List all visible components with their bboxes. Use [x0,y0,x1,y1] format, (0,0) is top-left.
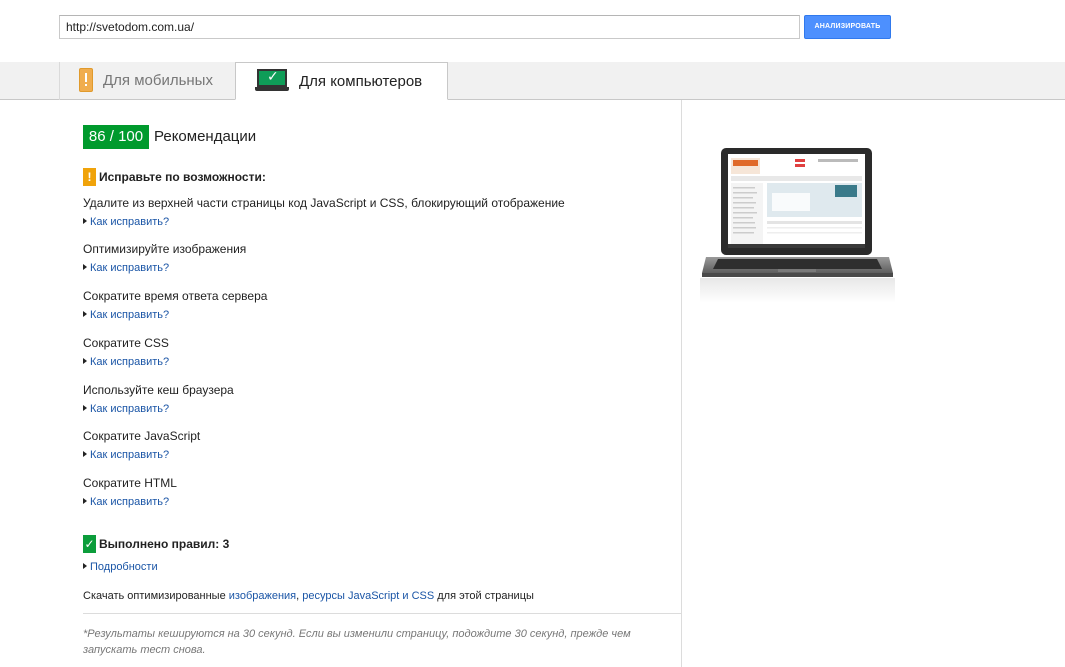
details-link[interactable]: Подробности [83,561,158,573]
analyze-button[interactable]: АНАЛИЗИРОВАТЬ [804,15,891,39]
how-to-fix-link-text: Как исправить? [90,403,170,415]
how-to-fix-link-text: Как исправить? [90,356,170,368]
how-to-fix-link-text: Как исправить? [90,216,170,228]
top-bar: АНАЛИЗИРОВАТЬ [0,0,1065,62]
download-line: Скачать оптимизированные изображения, ре… [83,590,534,602]
how-to-fix-link[interactable]: Как исправить? [83,496,169,508]
rule-title: Оптимизируйте изображения [83,242,247,256]
details-link-text: Подробности [90,561,158,573]
tab-desktop-label: Для компьютеров [299,73,423,90]
how-to-fix-link[interactable]: Как исправить? [83,356,169,368]
cache-note: *Результаты кешируются на 30 секунд. Есл… [83,628,631,656]
rule-title: Удалите из верхней части страницы код Ja… [83,196,565,210]
expand-arrow-icon [83,358,87,364]
how-to-fix-link[interactable]: Как исправить? [83,309,169,321]
download-prefix: Скачать оптимизированные [83,590,229,602]
warning-icon: ! [83,168,96,186]
laptop-preview-image [700,148,895,303]
tab-bar: Для мобильных ✓ Для компьютеров [0,62,1065,100]
score-badge: 86 / 100 [83,125,149,149]
tab-mobile[interactable]: Для мобильных [59,62,235,100]
how-to-fix-link-text: Как исправить? [90,449,170,461]
how-to-fix-link[interactable]: Как исправить? [83,216,169,228]
expand-arrow-icon [83,264,87,270]
url-input[interactable] [59,15,800,39]
note-divider [83,613,681,614]
how-to-fix-link-text: Как исправить? [90,309,170,321]
tab-desktop[interactable]: ✓ Для компьютеров [235,62,448,100]
rule-title: Сократите CSS [83,336,169,350]
mobile-warning-icon [79,68,93,92]
download-images-link[interactable]: изображения [229,590,296,602]
download-resources-link[interactable]: ресурсы JavaScript и CSS [302,590,434,602]
expand-arrow-icon [83,218,87,224]
expand-arrow-icon [83,405,87,411]
expand-arrow-icon [83,311,87,317]
rule-title: Сократите HTML [83,476,177,490]
how-to-fix-link[interactable]: Как исправить? [83,449,169,461]
rule-title: Используйте кеш браузера [83,383,234,397]
score-caption: Рекомендации [154,128,257,145]
column-divider [681,100,682,667]
expand-arrow-icon [83,563,87,569]
how-to-fix-link-text: Как исправить? [90,496,170,508]
rule-title: Сократите JavaScript [83,429,201,443]
expand-arrow-icon [83,498,87,504]
laptop-check-icon: ✓ [255,68,289,93]
checkmark-icon: ✓ [83,535,96,553]
rule-title: Сократите время ответа сервера [83,289,268,303]
how-to-fix-link[interactable]: Как исправить? [83,403,169,415]
fix-section-title: Исправьте по возможности: [99,170,266,184]
expand-arrow-icon [83,451,87,457]
how-to-fix-link[interactable]: Как исправить? [83,262,169,274]
passed-section-title: Выполнено правил: 3 [99,537,230,551]
how-to-fix-link-text: Как исправить? [90,262,170,274]
download-suffix: для этой страницы [434,590,534,602]
tab-mobile-label: Для мобильных [103,72,213,89]
